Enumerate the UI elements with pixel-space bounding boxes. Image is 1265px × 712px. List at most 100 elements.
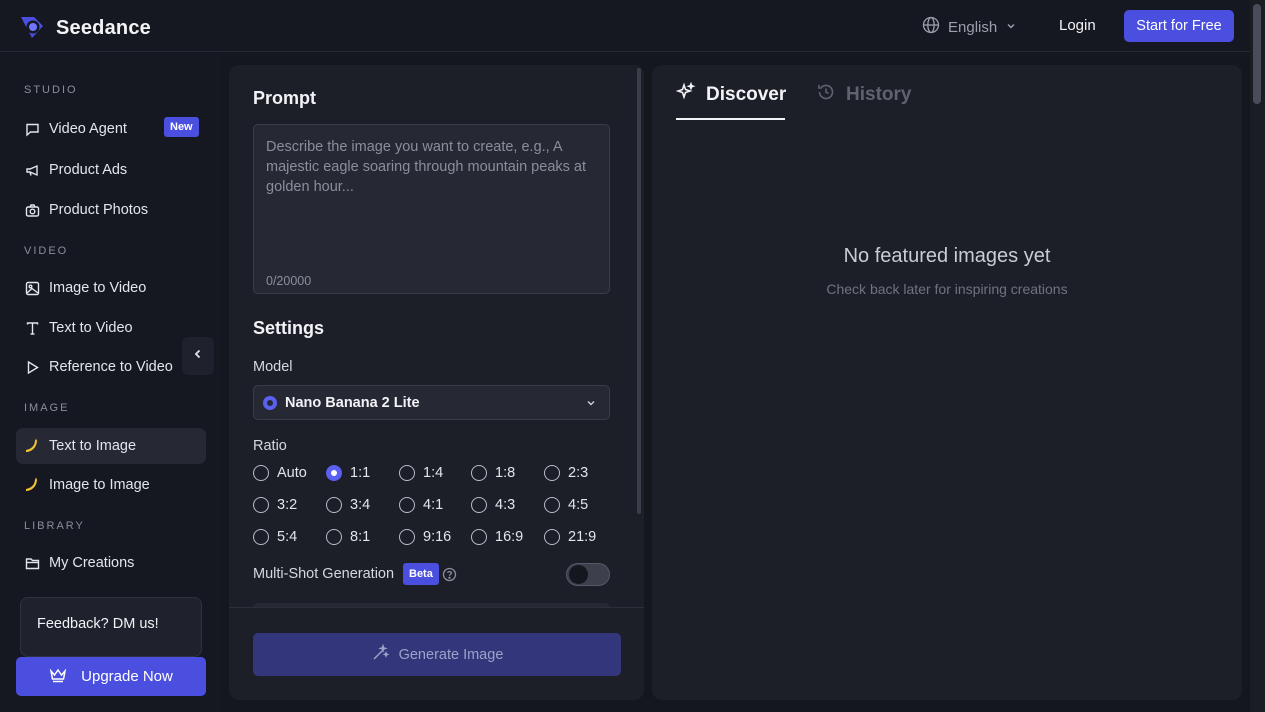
multishot-label: Multi-Shot Generation (253, 566, 395, 582)
ratio-option-3-2[interactable]: 3:2 (253, 497, 297, 513)
ratio-option-9-16[interactable]: 9:16 (399, 529, 451, 545)
ratio-option-16-9[interactable]: 16:9 (471, 529, 523, 545)
ratio-label-text: 9:16 (423, 529, 452, 545)
form-scrollbar[interactable] (637, 68, 641, 514)
new-badge: New (164, 117, 199, 137)
ratio-label-text: 4:1 (423, 497, 444, 513)
help-icon[interactable] (442, 567, 457, 587)
empty-state-title: No featured images yet (843, 245, 1051, 267)
ratio-label-text: 3:2 (277, 497, 298, 513)
language-selector[interactable]: English (922, 16, 1017, 38)
sidebar-item-label: Product Photos (49, 202, 149, 218)
ratio-option-1-8[interactable]: 1:8 (471, 465, 515, 481)
sidebar-item-video-agent[interactable]: Video Agent New (16, 111, 206, 147)
sidebar-item-label: Product Ads (49, 162, 128, 178)
ratio-label-text: 21:9 (568, 529, 597, 545)
radio-icon (253, 465, 269, 481)
upgrade-now-button[interactable]: Upgrade Now (16, 657, 206, 696)
multishot-toggle[interactable] (566, 563, 610, 586)
collapse-sidebar-button[interactable] (182, 337, 214, 375)
ratio-label-text: Auto (277, 465, 307, 481)
history-icon (816, 82, 836, 108)
start-for-free-button[interactable]: Start for Free (1124, 10, 1234, 42)
top-bar: Seedance English Login Start for Free (0, 0, 1250, 52)
radio-icon (471, 465, 487, 481)
ratio-option-2-3[interactable]: 2:3 (544, 465, 588, 481)
sidebar-item-product-photos[interactable]: Product Photos (16, 192, 206, 228)
section-label-image: IMAGE (24, 402, 70, 414)
radio-icon (544, 465, 560, 481)
page-scrollbar-track[interactable] (1250, 0, 1265, 712)
section-label-library: LIBRARY (24, 520, 85, 532)
beta-badge: Beta (403, 563, 439, 585)
seedance-logo-icon (18, 12, 46, 45)
model-value: Nano Banana 2 Lite (285, 394, 420, 411)
ratio-option-1-1[interactable]: 1:1 (326, 465, 370, 481)
sidebar-item-image-to-image[interactable]: Image to Image (16, 467, 206, 503)
login-link[interactable]: Login (1059, 17, 1096, 34)
ratio-option-1-4[interactable]: 1:4 (399, 465, 443, 481)
tab-history[interactable]: History (816, 82, 911, 108)
page-scrollbar-thumb[interactable] (1253, 4, 1261, 104)
radio-icon (253, 529, 269, 545)
brand[interactable]: Seedance (18, 12, 151, 45)
model-select[interactable]: Nano Banana 2 Lite (253, 385, 610, 420)
ratio-label-text: 4:5 (568, 497, 589, 513)
sidebar-item-text-to-video[interactable]: Text to Video (16, 310, 206, 346)
sidebar-item-label: Image to Image (49, 477, 150, 493)
text-icon (24, 320, 40, 336)
radio-icon (326, 497, 342, 513)
radio-icon (544, 497, 560, 513)
sidebar-item-image-to-video[interactable]: Image to Video (16, 270, 206, 306)
sidebar-item-label: Image to Video (49, 280, 147, 296)
sidebar-item-label: Video Agent (49, 121, 127, 137)
tab-label: History (846, 84, 912, 105)
ratio-label-text: 2:3 (568, 465, 589, 481)
upgrade-label: Upgrade Now (81, 668, 173, 685)
radio-icon (399, 465, 415, 481)
radio-icon (399, 529, 415, 545)
ratio-option-21-9[interactable]: 21:9 (544, 529, 596, 545)
ratio-option-4-1[interactable]: 4:1 (399, 497, 443, 513)
prompt-title: Prompt (253, 88, 316, 108)
folder-icon (24, 555, 40, 571)
sidebar-item-label: Reference to Video (49, 359, 173, 375)
section-label-studio: STUDIO (24, 84, 78, 96)
chevron-left-icon (192, 347, 204, 365)
ratio-label-text: 4:3 (495, 497, 516, 513)
banana-icon (24, 477, 40, 493)
chevron-down-icon (1005, 19, 1017, 36)
sidebar-item-reference-to-video[interactable]: Reference to Video (16, 349, 206, 385)
prompt-box[interactable]: 0/20000 (253, 124, 610, 294)
tab-label: Discover (706, 84, 787, 105)
character-counter: 0/20000 (266, 274, 312, 288)
ratio-option-5-4[interactable]: 5:4 (253, 529, 297, 545)
generate-image-button[interactable]: Generate Image (253, 633, 621, 676)
magic-wand-icon (371, 643, 390, 666)
megaphone-icon (24, 162, 40, 178)
language-label: English (948, 18, 998, 36)
ratio-option-auto[interactable]: Auto (253, 465, 307, 481)
radio-icon (399, 497, 415, 513)
feedback-card[interactable]: Feedback? DM us! (20, 597, 202, 657)
settings-title: Settings (253, 318, 325, 338)
sidebar-item-label: My Creations (49, 555, 135, 571)
ratio-option-8-1[interactable]: 8:1 (326, 529, 370, 545)
tab-discover[interactable]: Discover (675, 81, 787, 108)
radio-icon (253, 497, 269, 513)
ratio-option-3-4[interactable]: 3:4 (326, 497, 370, 513)
sidebar-item-product-ads[interactable]: Product Ads (16, 152, 206, 188)
section-label-video: VIDEO (24, 245, 69, 257)
radio-icon (544, 529, 560, 545)
ratio-option-4-3[interactable]: 4:3 (471, 497, 515, 513)
model-indicator-icon (263, 395, 277, 410)
camera-icon (24, 202, 40, 218)
ratio-option-4-5[interactable]: 4:5 (544, 497, 588, 513)
sidebar-item-my-creations[interactable]: My Creations (16, 545, 206, 581)
prompt-input[interactable] (254, 125, 609, 265)
brand-name: Seedance (56, 17, 151, 39)
radio-icon (326, 529, 342, 545)
sidebar-item-text-to-image[interactable]: Text to Image (16, 428, 206, 464)
ratio-label-text: 8:1 (350, 529, 371, 545)
ratio-label-text: 3:4 (350, 497, 371, 513)
